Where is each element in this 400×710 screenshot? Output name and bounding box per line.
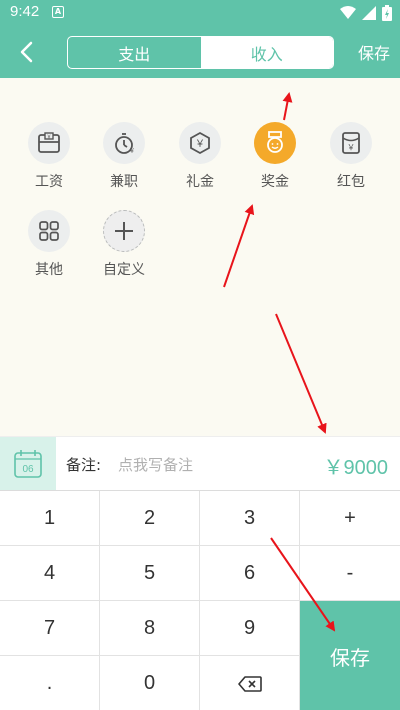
category-other[interactable]: 其他 xyxy=(19,210,79,279)
battery-icon xyxy=(382,5,392,21)
category-label: 其他 xyxy=(35,262,63,278)
calendar-icon: 06 xyxy=(14,450,42,478)
signal-icon xyxy=(362,6,376,20)
backspace-icon xyxy=(237,675,262,692)
date-picker-button[interactable]: 06 xyxy=(0,437,56,491)
category-bonus[interactable]: 奖金 xyxy=(245,122,305,191)
category-parttime[interactable]: ￥ 兼职 xyxy=(94,122,154,191)
note-input[interactable]: 点我写备注 xyxy=(118,454,193,475)
arrow-to-amount xyxy=(275,313,327,434)
amount-display: ￥9000 xyxy=(323,457,389,479)
medal-icon xyxy=(254,122,296,164)
yen-gift-icon: ￥ xyxy=(179,122,221,164)
header: 支出 收入 保存 xyxy=(0,26,400,78)
type-segment: 支出 收入 xyxy=(67,36,334,69)
key-2[interactable]: 2 xyxy=(100,491,200,546)
note-row: 06 备注: 点我写备注 ￥9000 xyxy=(0,436,400,491)
calendar-day: 06 xyxy=(22,464,34,475)
key-6[interactable]: 6 xyxy=(200,546,300,601)
category-label: 奖金 xyxy=(261,174,289,190)
category-label: 兼职 xyxy=(110,174,138,190)
stopwatch-icon: ￥ xyxy=(103,122,145,164)
category-label: 红包 xyxy=(337,174,365,190)
wifi-icon xyxy=(340,6,356,19)
svg-text:￥: ￥ xyxy=(347,143,355,152)
key-plus[interactable]: + xyxy=(300,491,400,546)
keypad-save-button[interactable]: 保存 xyxy=(300,601,400,710)
key-4[interactable]: 4 xyxy=(0,546,100,601)
key-9[interactable]: 9 xyxy=(200,601,300,656)
tab-expense[interactable]: 支出 xyxy=(68,37,201,68)
tab-income[interactable]: 收入 xyxy=(200,37,333,68)
category-red-envelope[interactable]: ￥ 红包 xyxy=(321,122,381,191)
category-custom[interactable]: 自定义 xyxy=(94,210,154,279)
plus-icon xyxy=(103,210,145,252)
back-arrow-icon xyxy=(20,41,33,63)
backspace-button[interactable] xyxy=(200,656,300,710)
category-label: 工资 xyxy=(35,174,63,190)
key-dot[interactable]: . xyxy=(0,656,100,710)
svg-text:￥: ￥ xyxy=(195,139,205,150)
category-label: 自定义 xyxy=(103,262,145,278)
status-icons xyxy=(340,4,392,22)
key-1[interactable]: 1 xyxy=(0,491,100,546)
keypad: 1 2 3 + 4 5 6 - 7 8 9 . 0 保存 xyxy=(0,490,400,710)
category-salary[interactable]: ￥ 工资 xyxy=(19,122,79,191)
category-gift-money[interactable]: ￥ 礼金 xyxy=(170,122,230,191)
key-8[interactable]: 8 xyxy=(100,601,200,656)
status-time: 9:42 xyxy=(10,3,40,20)
svg-text:￥: ￥ xyxy=(46,135,51,141)
key-3[interactable]: 3 xyxy=(200,491,300,546)
red-envelope-icon: ￥ xyxy=(330,122,372,164)
header-save-button[interactable]: 保存 xyxy=(358,40,390,64)
arrow-to-income-tab xyxy=(282,92,293,121)
key-minus[interactable]: - xyxy=(300,546,400,601)
wallet-icon: ￥ xyxy=(28,122,70,164)
arrow-to-bonus xyxy=(223,204,255,288)
status-bar: 9:42 A xyxy=(0,0,400,26)
note-label: 备注: xyxy=(66,456,102,474)
grid-icon xyxy=(28,210,70,252)
svg-text:￥: ￥ xyxy=(129,148,135,155)
key-0[interactable]: 0 xyxy=(100,656,200,710)
category-label: 礼金 xyxy=(186,174,214,190)
key-7[interactable]: 7 xyxy=(0,601,100,656)
notification-icon: A xyxy=(52,6,64,18)
key-5[interactable]: 5 xyxy=(100,546,200,601)
back-button[interactable] xyxy=(10,36,42,68)
